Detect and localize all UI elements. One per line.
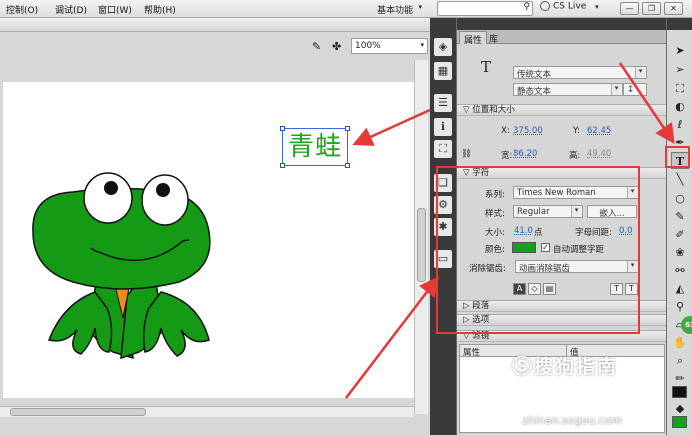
orientation-icon: ↧ [627,85,635,95]
cs-live-button[interactable]: CS Live ▾ [540,1,599,17]
lasso-tool-icon[interactable]: ℓ [671,116,689,133]
resize-handle[interactable] [345,126,350,131]
3d-rotation-tool-icon[interactable]: ◐ [671,98,689,115]
text-field-content: 青蛙 [288,132,343,162]
paint-bucket-tool-icon[interactable]: ◭ [671,280,689,297]
search-icon: ⚲ [523,2,530,12]
section-position-size[interactable]: ▽ 位置和大小 [457,104,667,116]
frog-illustration[interactable] [3,82,415,398]
stage-area: ✎ ✤ 100% ▾ [0,18,432,435]
width-value[interactable]: 86.20 [513,149,537,159]
help-search-input[interactable]: ⚲ [437,1,533,16]
text-engine-value: 传统文本 [517,70,552,80]
fill-color-icon[interactable]: ◆ [671,400,689,417]
zoom-tool-icon[interactable]: ⌕ [671,352,689,369]
x-label: X: [501,126,510,136]
scroll-thumb[interactable] [417,208,426,282]
tab-properties[interactable]: 属性 [459,31,488,46]
watermark-text: 搜狗指南 [534,356,619,378]
workspace-switcher[interactable]: 基本功能 ▾ [374,1,424,17]
zoom-select[interactable]: 100% ▾ [351,38,428,54]
stroke-color-icon[interactable]: ✏ [671,370,689,387]
watermark-url: zhinan.sogou.com [522,414,623,427]
info-panel-icon[interactable]: ℹ [434,118,452,136]
rectangle-tool-icon[interactable]: ○ [671,190,689,207]
pencil-tool-icon[interactable]: ✎ [671,208,689,225]
edit-scene-icon[interactable]: ✤ [332,40,341,53]
sogou-logo-icon: Ⓢ [512,354,534,378]
y-value[interactable]: 62.45 [587,126,611,136]
tab-library[interactable]: 库 [485,31,502,45]
lock-ratio-icon[interactable]: ⛓ [461,149,472,159]
text-tool-icon: T [481,58,492,76]
menu-help[interactable]: 帮助(H) [144,3,176,16]
stroke-color-swatch[interactable] [672,386,687,398]
align-panel-icon[interactable]: ☰ [434,94,452,112]
menu-bar: 控制(O) 调试(D) 窗口(W) 帮助(H) 基本功能 ▾ ⚲ CS Live… [0,0,692,18]
panel-titlebar [457,18,667,30]
height-value[interactable]: 49.40 [587,149,611,159]
fill-color-swatch[interactable] [672,416,687,428]
y-label: Y: [573,126,580,136]
section-title: 位置和大小 [472,105,515,115]
text-orientation-select[interactable]: ↧ [623,83,647,96]
watermark: Ⓢ搜狗指南 [512,350,618,379]
brush-tool-icon[interactable]: ✐ [671,226,689,243]
eyedropper-tool-icon[interactable]: ⚲ [671,298,689,315]
swatches-panel-icon[interactable]: ▦ [434,62,452,80]
scroll-thumb[interactable] [10,408,146,416]
chevron-down-icon: ▾ [635,67,645,78]
restore-button[interactable]: ❐ [642,2,661,15]
menu-debug[interactable]: 调试(D) [55,3,87,16]
stage-horizontal-scrollbar[interactable] [0,406,414,417]
selection-tool-icon[interactable]: ➤ [671,42,689,59]
line-tool-icon[interactable]: ╲ [671,171,689,188]
transform-panel-icon[interactable]: ⛶ [434,140,452,158]
annotation-box-text-tool [665,146,690,168]
color-panel-icon[interactable]: ◈ [434,38,452,56]
menu-window[interactable]: 窗口(W) [98,3,132,16]
menu-control[interactable]: 控制(O) [6,3,38,16]
resize-handle[interactable] [345,163,350,168]
deco-tool-icon[interactable]: ❀ [671,244,689,261]
bone-tool-icon[interactable]: ⚯ [671,262,689,279]
tools-panel: ➤ ➢ ⛶ ◐ ℓ ✒ T ╲ ○ ✎ ✐ ❀ ⚯ ◭ ⚲ ▱ ✋ ⌕ ✏ ◆ … [666,18,692,435]
timeline-edge [0,18,432,32]
free-transform-tool-icon[interactable]: ⛶ [671,80,689,97]
cs-live-icon [540,1,550,11]
edit-bar: ✎ ✤ 100% ▾ [0,36,432,56]
chevron-down-icon: ▾ [611,84,621,95]
notification-badge: 63 [681,316,692,334]
edit-symbols-icon[interactable]: ✎ [312,40,321,53]
panel-tabs: 属性 库 [457,30,667,46]
cs-live-label: CS Live [553,1,587,12]
chevron-down-icon: ▾ [595,2,599,11]
minimize-button[interactable]: — [620,2,639,15]
selected-text-field[interactable]: 青蛙 [280,126,350,168]
workspace-label: 基本功能 [377,6,414,16]
x-value[interactable]: 375.00 [513,126,543,136]
stage-canvas[interactable] [3,82,415,398]
collapse-arrow-icon: ▽ [463,105,473,115]
tools-titlebar [667,18,692,30]
zoom-value: 100% [355,41,381,51]
width-label: 宽: [501,151,513,161]
text-engine-select[interactable]: 传统文本 ▾ [513,66,647,80]
resize-handle[interactable] [280,163,285,168]
text-type-value: 静态文本 [517,87,552,97]
text-type-select[interactable]: 静态文本 ▾ [513,83,623,97]
annotation-box-character [436,166,640,334]
subselection-tool-icon[interactable]: ➢ [671,61,689,78]
height-label: 高: [569,151,581,161]
chevron-down-icon: ▾ [420,41,424,49]
resize-handle[interactable] [280,126,285,131]
stage-vertical-scrollbar[interactable] [414,60,428,414]
chevron-down-icon: ▾ [418,3,422,11]
close-button[interactable]: ✕ [664,2,683,15]
hand-tool-icon[interactable]: ✋ [671,334,689,351]
